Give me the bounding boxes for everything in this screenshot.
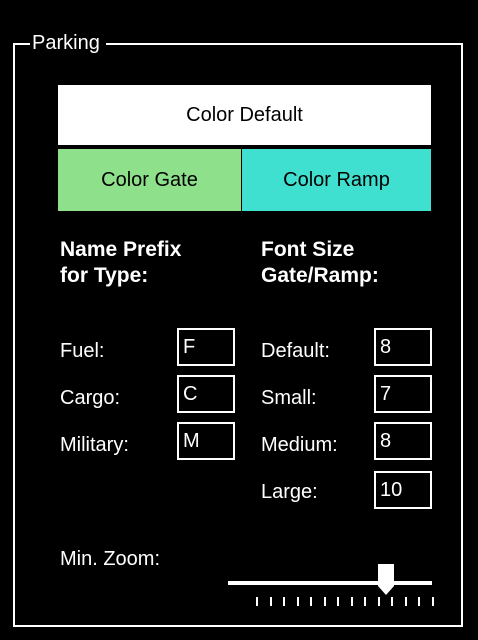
font-size-heading-line2: Gate/Ramp: [261, 264, 379, 287]
slider-tick [256, 597, 258, 606]
medium-size-label: Medium: [261, 434, 338, 456]
color-gate-button[interactable]: Color Gate [58, 149, 241, 211]
fuel-label: Fuel: [60, 340, 105, 362]
name-prefix-heading-line1: Name Prefix [60, 238, 182, 261]
slider-tick [297, 597, 299, 606]
color-default-button[interactable]: Color Default [58, 85, 431, 145]
font-size-heading-line1: Font Size [261, 238, 355, 261]
font-size-heading: Font Size Gate/Ramp: [261, 237, 451, 289]
slider-tick [364, 597, 366, 606]
name-prefix-heading-line2: for Type: [60, 264, 149, 287]
military-prefix-field[interactable] [177, 422, 235, 460]
color-ramp-button[interactable]: Color Ramp [242, 149, 431, 211]
cargo-label: Cargo: [60, 387, 121, 409]
medium-size-field[interactable] [374, 422, 432, 460]
large-size-label: Large: [261, 481, 318, 503]
slider-tick [310, 597, 312, 606]
slider-tick [405, 597, 407, 606]
name-prefix-heading: Name Prefix for Type: [60, 237, 250, 289]
fuel-prefix-field[interactable] [177, 328, 235, 366]
large-size-field[interactable] [374, 471, 432, 509]
slider-tick [337, 597, 339, 606]
slider-tick [324, 597, 326, 606]
slider-tick [391, 597, 393, 606]
slider-tick [418, 597, 420, 606]
small-size-field[interactable] [374, 375, 432, 413]
default-size-field[interactable] [374, 328, 432, 366]
slider-track [228, 581, 432, 585]
slider-ticks [256, 597, 436, 607]
cargo-prefix-field[interactable] [177, 375, 235, 413]
slider-tick [378, 597, 380, 606]
min-zoom-slider[interactable] [228, 560, 434, 606]
slider-tick [432, 597, 434, 606]
small-size-label: Small: [261, 387, 317, 409]
military-label: Military: [60, 434, 129, 456]
slider-tick [283, 597, 285, 606]
min-zoom-label: Min. Zoom: [60, 548, 161, 570]
slider-thumb[interactable] [378, 564, 394, 596]
slider-tick [270, 597, 272, 606]
parking-group-title: Parking [30, 30, 106, 56]
slider-tick [351, 597, 353, 606]
default-size-label: Default: [261, 340, 330, 362]
